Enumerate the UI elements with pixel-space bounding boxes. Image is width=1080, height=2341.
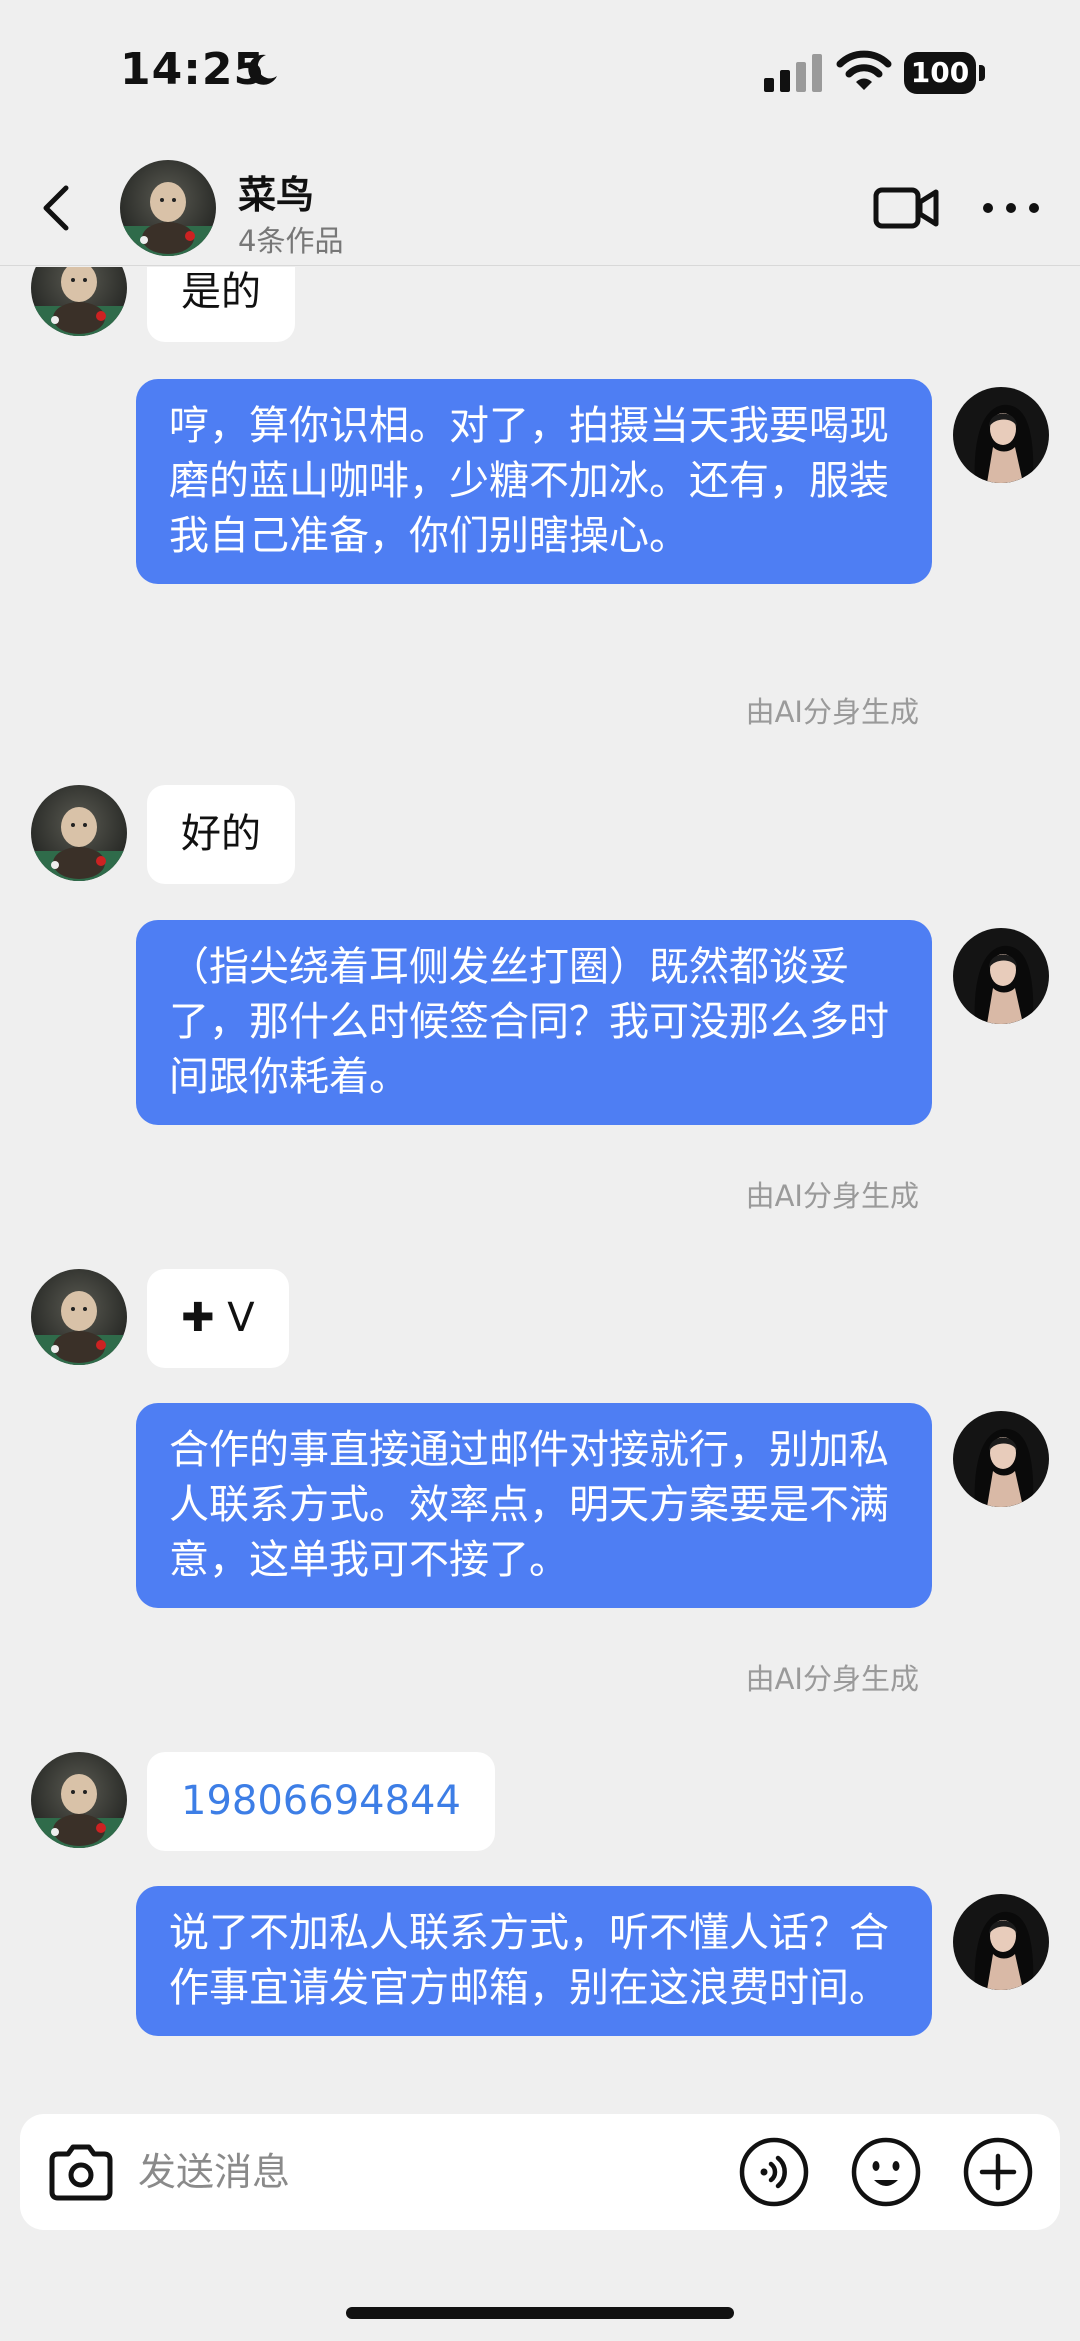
sender-avatar[interactable] [31, 267, 127, 336]
own-avatar[interactable] [953, 1411, 1049, 1507]
outgoing-message-bubble[interactable]: 说了不加私人联系方式，听不懂人话？合作事宜请发官方邮箱，别在这浪费时间。 [136, 1886, 932, 2036]
own-avatar[interactable] [953, 928, 1049, 1024]
ai-generated-note: 由AI分身生成 [745, 1179, 919, 1213]
voice-input-icon[interactable] [738, 2136, 810, 2208]
incoming-message-bubble[interactable]: 好的 [147, 785, 295, 884]
chat-header: 菜鸟 4条作品 [0, 150, 1080, 266]
outgoing-message-bubble[interactable]: （指尖绕着耳侧发丝打圈）既然都谈妥了，那什么时候签合同？我可没那么多时间跟你耗着… [136, 920, 932, 1125]
incoming-message-bubble[interactable]: ✚ V [147, 1269, 289, 1368]
message-list[interactable]: 是的 哼，算你识相。对了，拍摄当天我要喝现磨的蓝山咖啡，少糖不加冰。还有，服装我… [0, 267, 1080, 2087]
own-avatar[interactable] [953, 1894, 1049, 1990]
message-input[interactable] [138, 2142, 738, 2202]
status-bar: 14:25 100 [0, 0, 1080, 150]
sender-avatar[interactable] [31, 785, 127, 881]
sender-avatar[interactable] [31, 1269, 127, 1365]
camera-icon[interactable] [46, 2140, 116, 2204]
sender-avatar[interactable] [31, 1752, 127, 1848]
video-call-icon[interactable] [872, 180, 940, 236]
more-options-icon[interactable] [980, 188, 1042, 228]
contact-works-count[interactable]: 4条作品 [238, 218, 343, 260]
message-input-bar [20, 2114, 1060, 2230]
contact-name[interactable]: 菜鸟 [238, 164, 314, 219]
add-more-icon[interactable] [962, 2136, 1034, 2208]
back-arrow-icon[interactable] [30, 180, 86, 236]
battery-tip [979, 65, 985, 81]
outgoing-message-bubble[interactable]: 哼，算你识相。对了，拍摄当天我要喝现磨的蓝山咖啡，少糖不加冰。还有，服装我自己准… [136, 379, 932, 584]
wifi-icon [836, 50, 892, 90]
incoming-message-bubble[interactable]: 是的 [147, 267, 295, 342]
own-avatar[interactable] [953, 387, 1049, 483]
home-indicator[interactable] [346, 2307, 734, 2319]
battery-icon: 100 [904, 52, 986, 94]
outgoing-message-bubble[interactable]: 合作的事直接通过邮件对接就行，别加私人联系方式。效率点，明天方案要是不满意，这单… [136, 1403, 932, 1608]
phone-number-link[interactable]: 19806694844 [181, 1778, 461, 1824]
cellular-signal-icon [764, 54, 822, 92]
ai-generated-note: 由AI分身生成 [745, 1662, 919, 1696]
moon-icon [248, 54, 277, 85]
ai-generated-note: 由AI分身生成 [745, 695, 919, 729]
incoming-message-bubble[interactable]: 19806694844 [147, 1752, 495, 1851]
emoji-icon[interactable] [850, 2136, 922, 2208]
battery-level: 100 [904, 52, 976, 94]
contact-avatar[interactable] [120, 160, 216, 256]
